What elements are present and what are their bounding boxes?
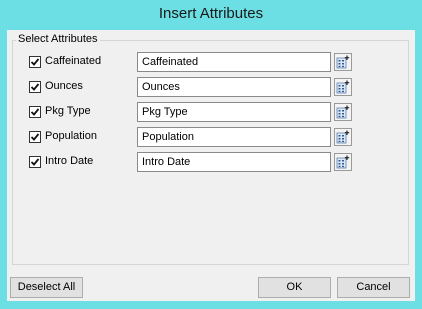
- pkg-type-checkbox[interactable]: [29, 106, 41, 118]
- pkg-type-picker-button[interactable]: [334, 103, 352, 121]
- pkg-type-field[interactable]: Pkg Type: [137, 102, 331, 122]
- ounces-checkbox[interactable]: [29, 81, 41, 93]
- ok-button[interactable]: OK: [258, 277, 331, 298]
- check-icon: [30, 158, 40, 166]
- check-icon: [30, 83, 40, 91]
- caffeinated-field[interactable]: Caffeinated: [137, 52, 331, 72]
- attribute-picker-icon: [336, 55, 350, 69]
- attribute-row-population: Population Population: [7, 127, 415, 149]
- check-icon: [30, 108, 40, 116]
- caffeinated-picker-button[interactable]: [334, 53, 352, 71]
- ounces-label: Ounces: [45, 80, 83, 92]
- attribute-picker-icon: [336, 155, 350, 169]
- attribute-picker-icon: [336, 130, 350, 144]
- insert-attributes-dialog: Insert Attributes Select Attributes Caff…: [0, 0, 422, 309]
- ounces-picker-button[interactable]: [334, 78, 352, 96]
- attribute-row-intro-date: Intro Date Intro Date: [7, 152, 415, 174]
- dialog-body: Select Attributes Caffeinated Caffeinate…: [7, 30, 415, 301]
- intro-date-label: Intro Date: [45, 155, 94, 167]
- attribute-row-pkg-type: Pkg Type Pkg Type: [7, 102, 415, 124]
- check-icon: [30, 133, 40, 141]
- group-label: Select Attributes: [16, 33, 100, 45]
- population-checkbox[interactable]: [29, 131, 41, 143]
- ounces-field[interactable]: Ounces: [137, 77, 331, 97]
- attribute-picker-icon: [336, 80, 350, 94]
- population-field[interactable]: Population: [137, 127, 331, 147]
- caffeinated-checkbox[interactable]: [29, 56, 41, 68]
- caffeinated-label: Caffeinated: [45, 55, 102, 67]
- check-icon: [30, 58, 40, 66]
- population-picker-button[interactable]: [334, 128, 352, 146]
- intro-date-picker-button[interactable]: [334, 153, 352, 171]
- population-label: Population: [45, 130, 97, 142]
- window-title: Insert Attributes: [158, 5, 264, 22]
- title-bar[interactable]: Insert Attributes: [0, 0, 422, 30]
- intro-date-field[interactable]: Intro Date: [137, 152, 331, 172]
- deselect-all-button[interactable]: Deselect All: [10, 277, 83, 298]
- attribute-row-ounces: Ounces Ounces: [7, 77, 415, 99]
- cancel-button[interactable]: Cancel: [337, 277, 410, 298]
- attribute-picker-icon: [336, 105, 350, 119]
- intro-date-checkbox[interactable]: [29, 156, 41, 168]
- attribute-row-caffeinated: Caffeinated Caffeinated: [7, 52, 415, 74]
- pkg-type-label: Pkg Type: [45, 105, 91, 117]
